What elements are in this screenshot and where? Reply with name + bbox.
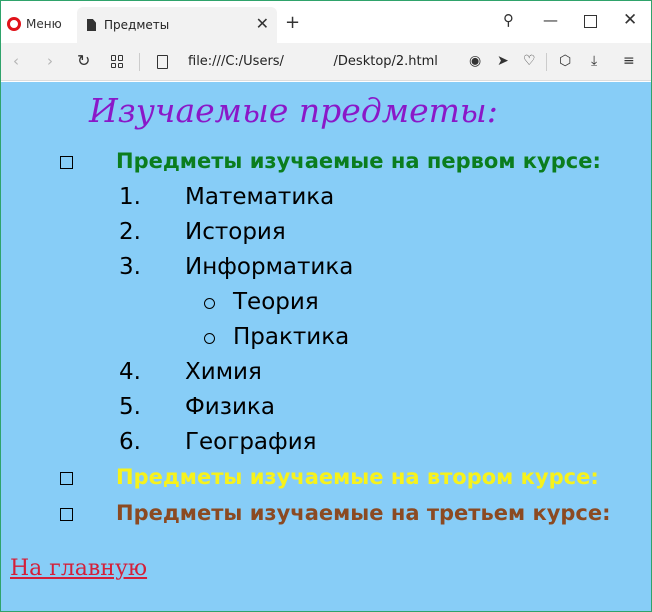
chevron-right-icon[interactable]: › (47, 53, 53, 69)
list-item: История (185, 219, 286, 245)
divider (139, 53, 140, 71)
document-icon[interactable] (157, 55, 168, 69)
list-number: 5. (119, 394, 141, 420)
list-number: 1. (119, 184, 141, 210)
reload-icon[interactable]: ↻ (77, 53, 90, 69)
search-icon[interactable]: ⚲ (503, 11, 514, 29)
circle-bullet-icon (204, 333, 215, 344)
list-number: 6. (119, 429, 141, 455)
url-input[interactable]: file:///C:/Users/ /Desktop/2.html (188, 54, 438, 69)
course-second-label: Предметы изучаемые на втором курсе: (116, 465, 599, 489)
opera-logo-icon (7, 17, 21, 31)
list-number: 4. (119, 359, 141, 385)
list-item: Физика (185, 394, 275, 420)
list-item: Информатика (185, 254, 354, 280)
list-item: Практика (233, 324, 350, 350)
divider (546, 53, 547, 71)
list-item: Химия (185, 359, 262, 385)
home-link[interactable]: На главную (10, 556, 147, 581)
menu-label: Меню (26, 17, 62, 31)
grid-icon[interactable] (111, 55, 124, 68)
tab-bar: Меню Предметы ✕ + ⚲ — ✕ (1, 1, 651, 43)
maximize-icon[interactable] (584, 15, 597, 28)
list-item: Математика (185, 184, 335, 210)
heart-icon[interactable]: ♡ (523, 53, 536, 69)
page-title: Изучаемые предметы: (89, 91, 498, 130)
chevron-left-icon[interactable]: ‹ (13, 53, 19, 69)
list-number: 3. (119, 254, 141, 280)
list-item: География (185, 429, 317, 455)
square-bullet-icon (60, 472, 73, 485)
tab-active[interactable]: Предметы ✕ (77, 7, 277, 43)
square-bullet-icon (60, 156, 73, 169)
course-third-label: Предметы изучаемые на третьем курсе: (116, 501, 611, 525)
square-bullet-icon (60, 508, 73, 521)
address-bar: ‹ › ↻ file:///C:/Users/ /Desktop/2.html … (1, 43, 651, 81)
course-first-label: Предметы изучаемые на первом курсе: (116, 149, 601, 173)
list-item: Теория (233, 289, 319, 315)
close-window-icon[interactable]: ✕ (623, 11, 637, 29)
download-icon[interactable]: ⤓ (591, 53, 597, 69)
close-tab-icon[interactable]: ✕ (256, 16, 269, 32)
minimize-icon[interactable]: — (543, 11, 558, 29)
menu-button[interactable]: Меню (7, 13, 62, 35)
circle-bullet-icon (204, 298, 215, 309)
document-icon (87, 19, 96, 31)
cube-icon[interactable]: ⬡ (559, 53, 571, 69)
send-icon[interactable]: ➤ (497, 53, 509, 69)
settings-sliders-icon[interactable]: ≡ (623, 53, 635, 69)
page-content: Изучаемые предметы: Предметы изучаемые н… (1, 82, 651, 611)
tab-title: Предметы (104, 18, 170, 32)
list-number: 2. (119, 219, 141, 245)
plus-icon[interactable]: + (285, 14, 300, 32)
browser-window: Меню Предметы ✕ + ⚲ — ✕ ‹ › ↻ file:///C:… (0, 0, 652, 612)
camera-icon[interactable]: ◉ (469, 53, 481, 69)
